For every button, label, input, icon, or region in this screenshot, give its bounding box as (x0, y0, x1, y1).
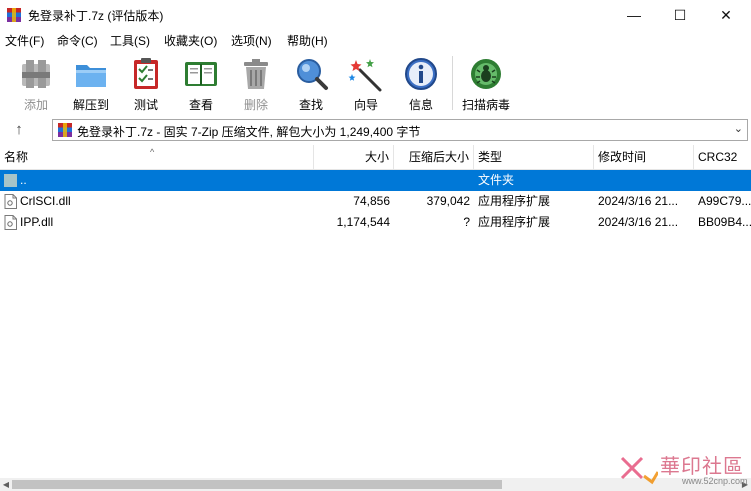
scroll-left-icon[interactable]: ◀ (0, 478, 12, 491)
maximize-icon: ☐ (673, 6, 687, 23)
row-modified: 2024/3/16 21... (598, 215, 679, 229)
column-type-label: 类型 (478, 150, 503, 164)
close-icon: ✕ (720, 6, 732, 23)
row-name: .. (20, 173, 27, 187)
menu-options[interactable]: 选项(N) (231, 32, 272, 49)
address-field[interactable]: 免登录补丁.7z - 固实 7-Zip 压缩文件, 解包大小为 1,249,40… (52, 119, 748, 141)
column-modified[interactable]: 修改时间 (594, 145, 694, 169)
toolbar: 添加 解压到 测试 查看 删除 查找 向导 信息 扫描病毒 (0, 50, 751, 117)
test-button[interactable]: 测试 (118, 54, 174, 114)
menu-commands[interactable]: 命令(C) (57, 32, 98, 49)
wizard-wand-icon (348, 59, 382, 92)
row-size: 74,856 (353, 194, 390, 208)
column-crc-label: CRC32 (698, 150, 738, 164)
column-packed-label: 压缩后大小 (408, 150, 469, 164)
scrollbar-thumb[interactable] (12, 480, 502, 489)
info-label: 信息 (408, 98, 433, 112)
row-crc (694, 170, 751, 191)
virus-scan-icon (471, 59, 501, 89)
wizard-button[interactable]: 向导 (338, 54, 394, 114)
watermark: 華印社區 www.52cnp.com (618, 450, 751, 488)
find-button[interactable]: 查找 (283, 54, 339, 114)
row-type: 应用程序扩展 (478, 194, 551, 208)
row-size: 1,174,544 (336, 215, 390, 229)
watermark-logo-icon (620, 456, 658, 485)
watermark-url: www.52cnp.com (682, 476, 748, 486)
title-bar: 免登录补丁.7z (评估版本) — ☐ ✕ (0, 0, 751, 30)
menu-file[interactable]: 文件(F) (5, 32, 44, 49)
test-clipboard-icon (134, 58, 158, 89)
virus-scan-label: 扫描病毒 (461, 98, 510, 112)
row-crc: A99C79... (698, 194, 751, 208)
row-type: 文件夹 (478, 173, 515, 187)
row-modified (594, 170, 694, 191)
archive-icon (58, 123, 72, 137)
sort-ascending-icon: ^ (150, 147, 155, 157)
winrar-app-icon[interactable] (6, 7, 22, 23)
row-name: CrlSCI.dll (20, 194, 71, 208)
column-modified-label: 修改时间 (598, 150, 647, 164)
column-crc32[interactable]: CRC32 (694, 145, 751, 169)
archive-path: 免登录补丁.7z - 固实 7-Zip 压缩文件, 解包大小为 1,249,40… (77, 125, 421, 139)
info-icon (405, 58, 437, 90)
column-type[interactable]: 类型 (474, 145, 594, 169)
row-crc: BB09B4... (698, 215, 751, 229)
row-type: 应用程序扩展 (478, 215, 551, 229)
column-name[interactable]: 名称 ^ (0, 145, 314, 169)
row-packed: 379,042 (426, 194, 470, 208)
add-archive-icon (22, 60, 50, 88)
close-button[interactable]: ✕ (703, 0, 749, 30)
delete-button[interactable]: 删除 (228, 54, 284, 114)
minimize-icon: — (627, 7, 641, 23)
arrow-up-icon: ↑ (15, 121, 23, 138)
column-name-label: 名称 (4, 150, 29, 164)
table-row[interactable]: IPP.dll 1,174,544 ? 应用程序扩展 2024/3/16 21.… (0, 212, 751, 233)
minimize-button[interactable]: — (611, 0, 657, 30)
row-name: IPP.dll (20, 215, 54, 229)
row-size (314, 170, 394, 191)
table-row[interactable]: .. 文件夹 (0, 170, 751, 191)
window-title: 免登录补丁.7z (评估版本) (28, 9, 164, 23)
menu-favorites[interactable]: 收藏夹(O) (164, 32, 217, 49)
column-size[interactable]: 大小 (314, 145, 394, 169)
extract-to-button[interactable]: 解压到 (63, 54, 119, 114)
up-level-button[interactable]: ↑ (8, 120, 30, 140)
menu-bar: 文件(F) 命令(C) 工具(S) 收藏夹(O) 选项(N) 帮助(H) (0, 30, 751, 50)
row-packed (394, 170, 474, 191)
row-modified: 2024/3/16 21... (598, 194, 679, 208)
table-row[interactable]: CrlSCI.dll 74,856 379,042 应用程序扩展 2024/3/… (0, 191, 751, 212)
view-book-icon (185, 62, 217, 86)
virus-scan-button[interactable]: 扫描病毒 (458, 54, 514, 114)
column-size-label: 大小 (364, 150, 389, 164)
watermark-title: 華印社區 (660, 454, 744, 478)
extract-folder-icon (76, 65, 106, 87)
row-packed: ? (463, 215, 470, 229)
file-list: .. 文件夹 CrlSCI.dll 74,856 379,042 应用程序扩展 … (0, 170, 751, 478)
trash-icon (244, 59, 268, 89)
address-bar: ↑ 免登录补丁.7z - 固实 7-Zip 压缩文件, 解包大小为 1,249,… (0, 116, 751, 144)
chevron-down-icon[interactable]: ⌄ (734, 122, 743, 135)
add-button[interactable]: 添加 (8, 54, 64, 114)
view-button[interactable]: 查看 (173, 54, 229, 114)
info-button[interactable]: 信息 (393, 54, 449, 114)
column-packed-size[interactable]: 压缩后大小 (394, 145, 474, 169)
menu-tools[interactable]: 工具(S) (110, 32, 150, 49)
column-header: 名称 ^ 大小 压缩后大小 类型 修改时间 CRC32 (0, 145, 751, 170)
magnifier-icon (297, 59, 328, 90)
maximize-button[interactable]: ☐ (657, 0, 703, 30)
menu-help[interactable]: 帮助(H) (287, 32, 328, 49)
